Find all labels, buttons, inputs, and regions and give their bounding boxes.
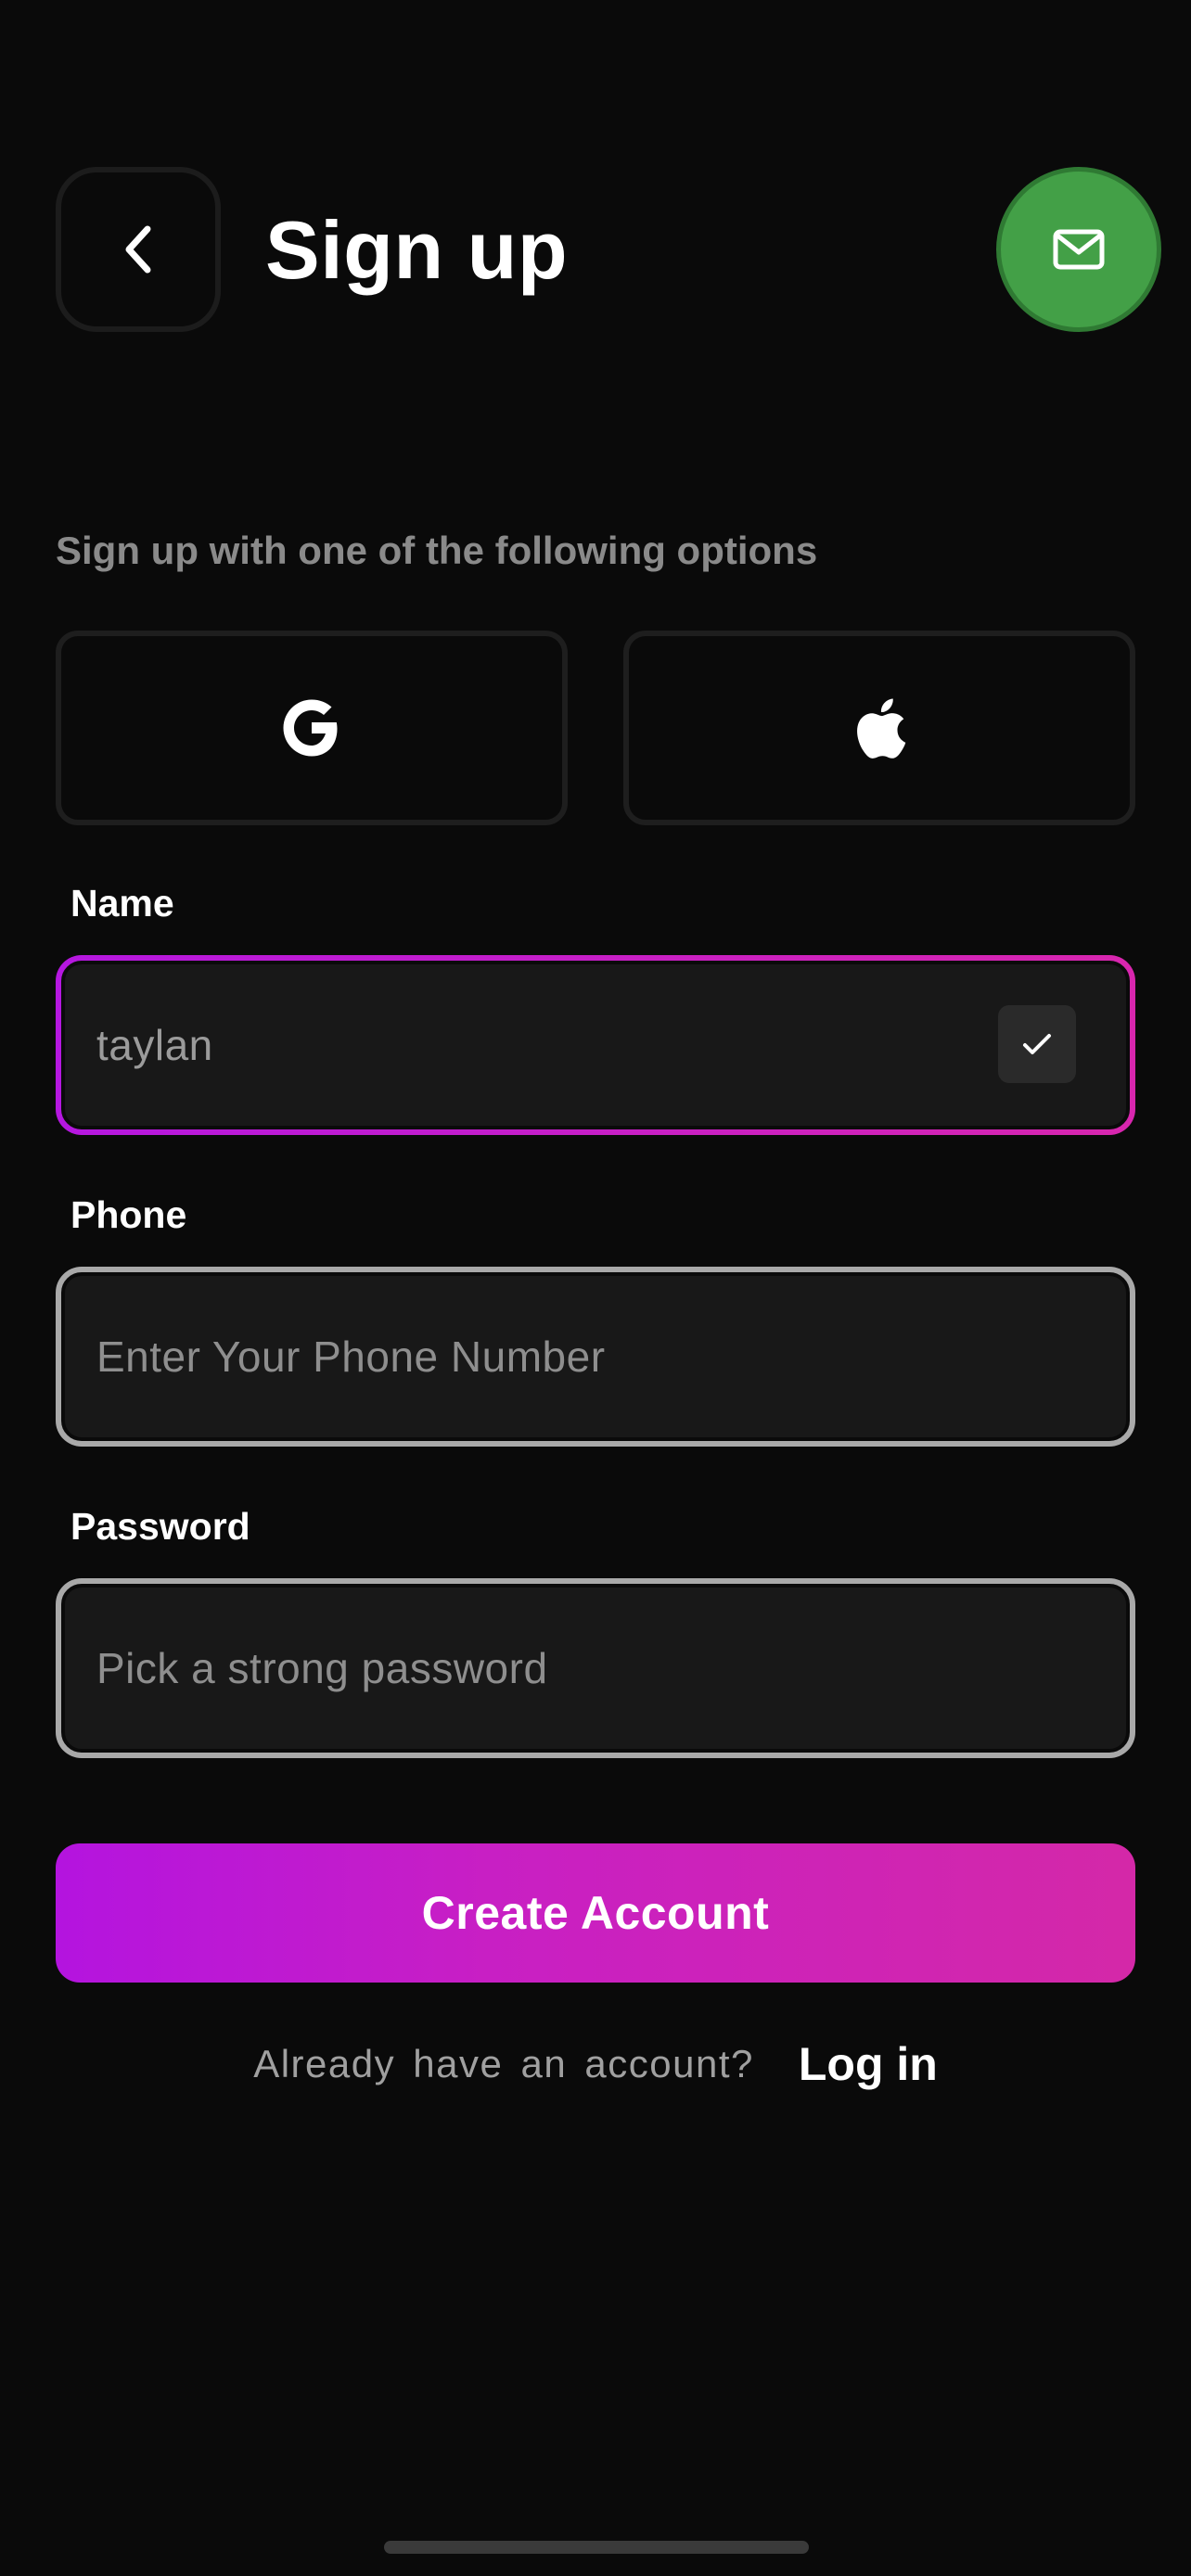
already-have-account-text: Already have an account? [253, 2042, 754, 2085]
home-indicator[interactable] [384, 2541, 809, 2554]
apple-signup-button[interactable] [623, 631, 1135, 825]
phone-input[interactable] [65, 1276, 931, 1437]
social-options-prompt: Sign up with one of the following option… [56, 529, 818, 572]
password-input[interactable] [65, 1588, 931, 1749]
create-account-button[interactable]: Create Account [56, 1843, 1135, 1983]
apple-icon [857, 698, 906, 759]
password-label: Password [70, 1505, 250, 1548]
name-field-frame [56, 955, 1135, 1135]
password-field-container [61, 1584, 1130, 1753]
mail-icon [1053, 229, 1105, 270]
phone-label: Phone [70, 1193, 187, 1236]
login-prompt-row: Already have an account? Log in [0, 2031, 1191, 2098]
password-field-frame [56, 1578, 1135, 1758]
chevron-left-icon [125, 225, 151, 274]
google-icon [283, 699, 338, 757]
name-input[interactable] [65, 964, 931, 1126]
login-link[interactable]: Log in [799, 2037, 938, 2091]
name-valid-badge [998, 1005, 1076, 1083]
back-button[interactable] [56, 167, 221, 332]
name-field-container [61, 961, 1130, 1129]
phone-field-container [61, 1272, 1130, 1441]
checkmark-icon [1023, 1034, 1051, 1054]
page-title: Sign up [265, 204, 569, 296]
name-label: Name [70, 882, 174, 925]
mail-button[interactable] [996, 167, 1161, 332]
google-signup-button[interactable] [56, 631, 568, 825]
phone-field-frame [56, 1267, 1135, 1447]
